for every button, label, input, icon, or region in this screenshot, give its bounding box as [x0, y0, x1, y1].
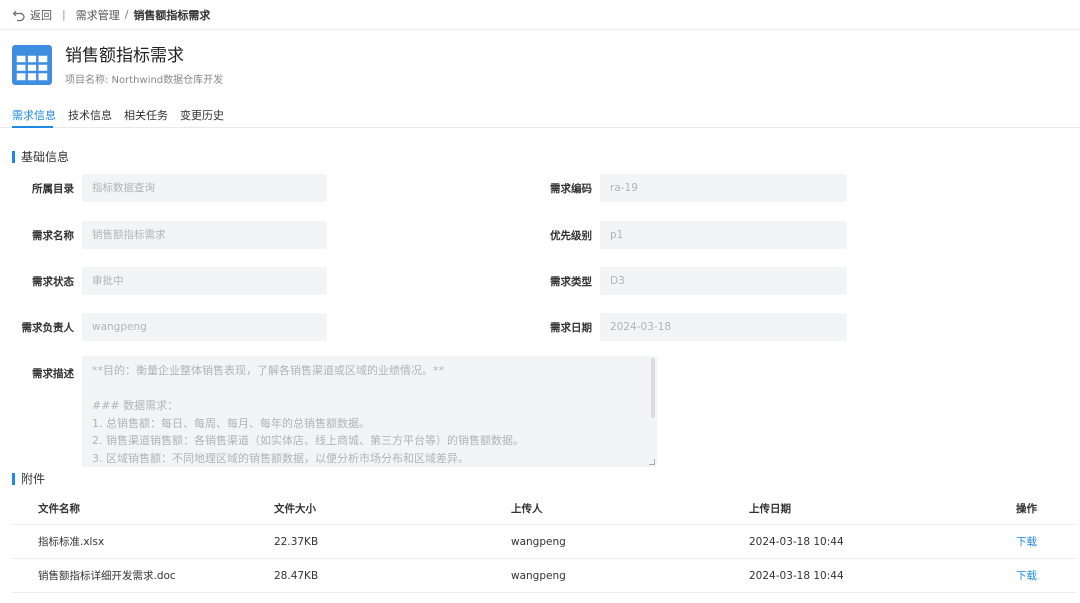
project-name: 项目名称: Northwind数据仓库开发: [65, 75, 224, 86]
column-header-file-size: 文件大小: [274, 502, 316, 515]
cell-file-size: 22.37KB: [274, 535, 319, 548]
topbar-separator: |: [62, 8, 66, 21]
cell-file-name: 销售额指标详细开发需求.doc: [38, 570, 176, 582]
column-header-uploader: 上传人: [511, 502, 543, 515]
attachments-table: 文件名称 文件大小 上传人 上传日期 操作 指标标准.xlsx 22.37KB …: [12, 492, 1076, 593]
field-code[interactable]: ra-19: [600, 174, 847, 202]
field-name[interactable]: 销售额指标需求: [82, 221, 327, 249]
description-line: [92, 380, 647, 398]
tab-bar: 需求信息 技术信息 相关任务 变更历史: [0, 101, 1080, 128]
section-marker: [12, 472, 15, 485]
section-basic-info: 基础信息: [12, 148, 69, 165]
cell-file-name: 指标标准.xlsx: [38, 536, 105, 548]
page-header: 销售额指标需求 项目名称: Northwind数据仓库开发: [12, 45, 223, 89]
description-line: 3. 区域销售额：不同地理区域的销售额数据，以便分析市场分布和区域差异。: [92, 451, 469, 465]
label-description: 需求描述: [32, 368, 74, 380]
tab-requirement-info[interactable]: 需求信息: [12, 107, 56, 123]
download-link[interactable]: 下载: [1016, 525, 1037, 558]
back-label: 返回: [30, 8, 52, 22]
table-row: 指标标准.xlsx 22.37KB wangpeng 2024-03-18 10…: [12, 525, 1076, 559]
description-line: 1. 总销售额：每日、每周、每月、每年的总销售额数据。: [92, 416, 370, 430]
label-name: 需求名称: [32, 230, 74, 242]
section-basic-info-title: 基础信息: [21, 150, 70, 164]
description-line: ### 数据需求：: [92, 399, 179, 412]
label-status: 需求状态: [32, 276, 74, 288]
field-owner[interactable]: wangpeng: [82, 313, 327, 341]
breadcrumb-requirements[interactable]: 需求管理: [76, 7, 120, 23]
table-row: 销售额指标详细开发需求.doc 28.47KB wangpeng 2024-03…: [12, 559, 1076, 593]
tab-technical-info[interactable]: 技术信息: [68, 107, 112, 123]
description-line: 2. 销售渠道销售额：各销售渠道（如实体店、线上商城、第三方平台等）的销售额数据…: [92, 434, 524, 447]
field-priority[interactable]: p1: [600, 221, 847, 249]
resize-handle-icon[interactable]: [649, 459, 655, 465]
description-textarea[interactable]: **目的：衡量企业整体销售表现，了解各销售渠道或区域的业绩情况。** ### 数…: [82, 356, 657, 467]
cell-upload-date: 2024-03-18 10:44: [749, 569, 844, 582]
undo-icon: [12, 10, 25, 21]
label-catalog: 所属目录: [32, 183, 74, 195]
label-priority: 优先级别: [550, 230, 592, 242]
label-date: 需求日期: [550, 322, 592, 334]
description-line: **目的：衡量企业整体销售表现，了解各销售渠道或区域的业绩情况。**: [92, 364, 444, 377]
cell-uploader: wangpeng: [511, 535, 566, 548]
download-link[interactable]: 下载: [1016, 559, 1037, 592]
table-icon: [12, 45, 52, 85]
field-status[interactable]: 审批中: [82, 267, 327, 295]
tab-related-tasks[interactable]: 相关任务: [124, 107, 168, 123]
description-scrollbar[interactable]: [651, 358, 655, 418]
field-catalog[interactable]: 指标数据查询: [82, 174, 327, 202]
top-bar: 返回 | 需求管理 / 销售额指标需求: [0, 0, 1080, 30]
cell-upload-date: 2024-03-18 10:44: [749, 535, 844, 548]
label-code: 需求编码: [550, 183, 592, 195]
cell-uploader: wangpeng: [511, 569, 566, 582]
label-type: 需求类型: [550, 276, 592, 288]
section-attachments-title: 附件: [21, 472, 46, 486]
column-header-upload-date: 上传日期: [749, 502, 791, 515]
cell-file-size: 28.47KB: [274, 569, 319, 582]
breadcrumb-current: 销售额指标需求: [133, 8, 211, 22]
tab-change-history[interactable]: 变更历史: [180, 107, 224, 123]
page-title: 销售额指标需求: [65, 46, 184, 66]
column-header-file-name: 文件名称: [38, 502, 80, 515]
back-button[interactable]: 返回: [12, 7, 52, 23]
breadcrumb-separator: /: [124, 8, 129, 21]
section-attachments: 附件: [12, 470, 45, 487]
section-marker: [12, 150, 15, 163]
field-date[interactable]: 2024-03-18: [600, 313, 847, 341]
field-type[interactable]: D3: [600, 267, 847, 295]
column-header-actions: 操作: [1016, 502, 1037, 515]
table-header-row: 文件名称 文件大小 上传人 上传日期 操作: [12, 492, 1076, 525]
label-owner: 需求负责人: [21, 322, 75, 334]
active-tab-indicator: [12, 126, 53, 128]
